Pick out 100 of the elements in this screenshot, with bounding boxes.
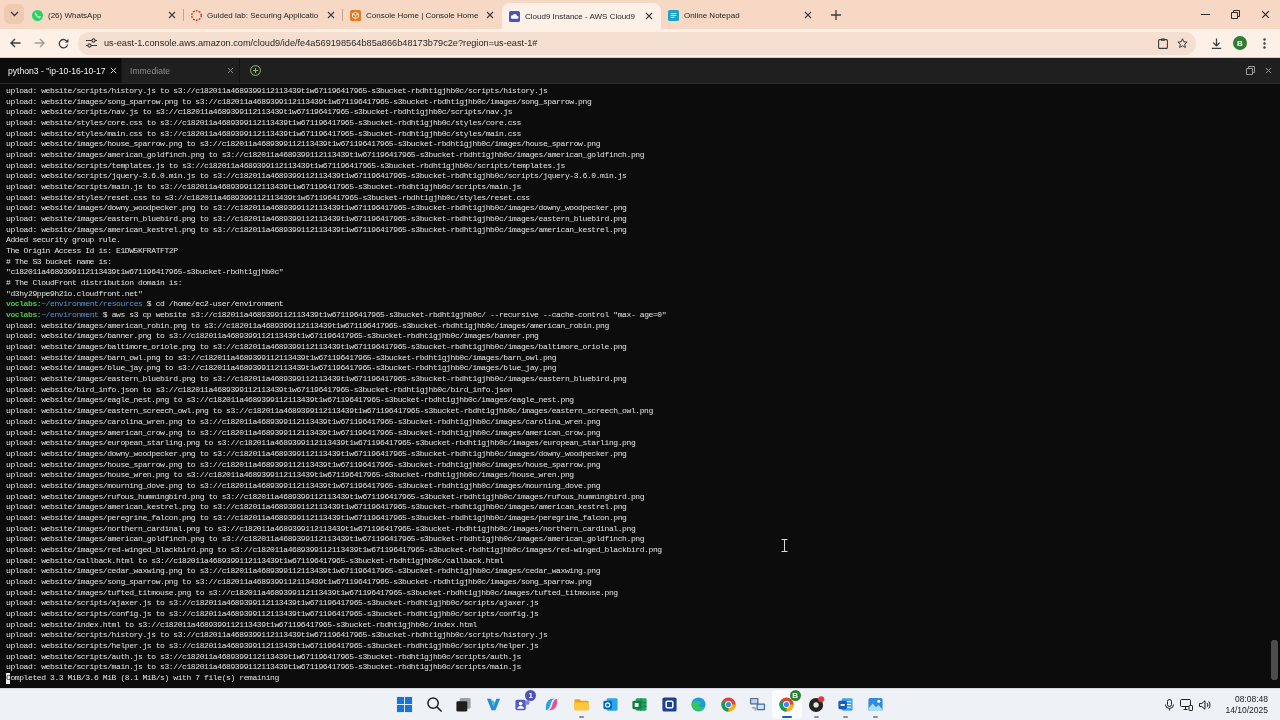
cube-icon	[350, 9, 361, 21]
terminal-line: upload: website/images/cedar_waxwing.png to s3://c182011a4689399112113439t1w671196417965-s3bucket-rbdht1gjhb0c/images/cedar_waxwing.png	[6, 566, 601, 577]
terminal-line: upload: website/styles/reset.css to s3://c182011a4689399112113439t1w671196417965-s3bucket-rbdht1gjhb0c/styles/reset.css	[6, 192, 530, 204]
terminal-line: upload: website/images/american_goldfinch.png to s3://c182011a4689399112113439t1w671196417965-s3bucket-rbdht1gjhb0c/images/american_goldfinch.png	[6, 534, 645, 545]
tab-close-button[interactable]	[325, 9, 337, 21]
terminal-line: upload: website/callback.html to s3://c182011a4689399112113439t1w671196417965-s3bucket-rbdht1gjhb0c/callback.html	[6, 555, 504, 567]
terminal-line: upload: website/images/red-winged_blackbird.png to s3://c182011a4689399112113439t1w671196417965-s3bucket-rbdht1gjhb0c/images/red-winged_blackbird.png	[6, 544, 662, 556]
terminal-line: upload: website/styles/main.css to s3://c182011a4689399112113439t1w671196417965-s3bucket-rbdht1gjhb0c/styles/main.css	[6, 128, 521, 140]
dark-circle-icon	[807, 696, 825, 713]
prompt-user: voclabs:	[6, 299, 42, 311]
browser-tab[interactable]: (26) WhatsApp	[25, 3, 184, 27]
prompt-path: ~/environment/resources	[41, 299, 143, 311]
close-icon	[645, 12, 653, 20]
terminal-line: upload: website/scripts/main.js to s3://c182011a4689399112113439t1w671196417965-s3bucket-rbdht1gjhb0c/scripts/main.js	[6, 662, 521, 673]
picture-icon	[866, 696, 884, 713]
terminal-command: $ aws s3 cp website s3://c182011a4689399112113439t1w671196417965-s3bucket-rbdht1gjhb0c/ --recursive --cache-control "max- age=0"	[102, 310, 667, 321]
terminal-line: upload: website/scripts/history.js to s3://c182011a4689399112113439t1w671196417965-s3bucket-rbdht1gjhb0c/scripts/history.js	[6, 86, 548, 97]
terminal-line: upload: website/images/mourning_dove.png to s3://c182011a4689399112113439t1w671196417965-s3bucket-rbdht1gjhb0c/images/mourning_dove.png	[6, 480, 601, 492]
terminal-line: upload: website/scripts/config.js to s3://c182011a4689399112113439t1w671196417965-s3bucket-rbdht1gjhb0c/scripts/config.js	[6, 608, 539, 620]
terminal-tab[interactable]: python3 - "ip-10-16-10-17	[0, 58, 122, 83]
terminal-line: upload: website/styles/core.css to s3://c182011a4689399112113439t1w671196417965-s3bucket-rbdht1gjhb0c/styles/core.css	[6, 118, 521, 129]
terminal-line: # The CloudFront distribution domain is:	[6, 278, 183, 289]
close-icon	[168, 11, 176, 19]
folder-icon	[572, 696, 590, 713]
microphone-icon[interactable]	[1165, 698, 1175, 711]
tab-title: Cloud9 Instance - AWS Cloud9	[525, 11, 636, 21]
terminal-line: upload: website/scripts/auth.js to s3://c182011a4689399112113439t1w671196417965-s3bucket-rbdht1gjhb0c/scripts/auth.js	[6, 651, 521, 663]
terminal-line: upload: website/scripts/helper.js to s3://c182011a4689399112113439t1w671196417965-s3bucket-rbdht1gjhb0c/scripts/helper.js	[6, 640, 539, 652]
tab-close-button[interactable]	[802, 9, 814, 21]
close-icon	[1264, 67, 1272, 74]
terminal-line: upload: website/images/downy_woodpecker.png to s3://c182011a4689399112113439t1w671196417965-s3bucket-rbdht1gjhb0c/images/downy_woodpecker.png	[6, 203, 627, 215]
chat-icon	[32, 9, 43, 21]
clock-date[interactable]: 14/10/2025	[1225, 705, 1268, 715]
terminal-line: # The S3 bucket name is:	[6, 256, 112, 268]
terminal-line: upload: website/images/song_sparrow.png to s3://c182011a4689399112113439t1w671196417965-s3bucket-rbdht1gjhb0c/images/song_sparrow.png	[6, 96, 592, 108]
terminal-line: upload: website/images/tufted_titmouse.png to s3://c182011a4689399112113439t1w671196417965-s3bucket-rbdht1gjhb0c/images/tufted_titmouse.png	[6, 587, 618, 599]
terminal-line: upload: website/images/american_kestrel.png to s3://c182011a4689399112113439t1w671196417965-s3bucket-rbdht1gjhb0c/images/american_kestrel.png	[6, 224, 627, 236]
browser-tab[interactable]: Cloud9 Instance - AWS Cloud9	[502, 3, 661, 29]
browser-tab[interactable]: Guided lab: Securing Applicatio	[184, 3, 343, 27]
terminal-line: upload: website/images/american_goldfinch.png to s3://c182011a4689399112113439t1w671196417965-s3bucket-rbdht1gjhb0c/images/american_goldfinch.png	[6, 150, 645, 161]
popout-icon	[1245, 66, 1255, 75]
clock-time[interactable]: 08:08:48	[1234, 694, 1268, 704]
terminal-line: upload: website/images/barn_owl.png to s3://c182011a4689399112113439t1w671196417965-s3bucket-rbdht1gjhb0c/images/barn_owl.png	[6, 352, 557, 364]
swirl-circle-icon	[690, 696, 708, 713]
browser-tab[interactable]: Console Home | Console Home	[343, 3, 502, 27]
speaker-icon[interactable]	[1199, 699, 1212, 710]
text-cursor-icon	[781, 539, 788, 552]
ribbon-icon	[484, 696, 502, 713]
taskbar-app-button[interactable]: B	[772, 690, 802, 719]
tab-close-button[interactable]	[484, 9, 496, 21]
close-icon	[486, 11, 494, 19]
close-icon	[1260, 10, 1270, 19]
profile-button[interactable]: B	[1233, 36, 1247, 50]
chevron-down-icon	[9, 11, 19, 17]
terminal-line: upload: website/scripts/ajaxer.js to s3://c182011a4689399112113439t1w671196417965-s3bucket-rbdht1gjhb0c/scripts/ajaxer.js	[6, 598, 539, 609]
tab-title: Guided lab: Securing Applicatio	[207, 10, 320, 20]
document-icon	[837, 696, 855, 713]
new-terminal-button[interactable]	[248, 63, 262, 78]
taskbar-app-button[interactable]: 1	[507, 690, 538, 719]
reload-icon	[57, 37, 69, 49]
terminal-line: upload: website/images/american_crow.png to s3://c182011a4689399112113439t1w671196417965-s3bucket-rbdht1gjhb0c/images/american_crow.png	[6, 427, 601, 439]
clipboard-icon[interactable]	[1158, 37, 1168, 49]
terminal-line: upload: website/scripts/jquery-3.6.0.min.js to s3://c182011a4689399112113439t1w671196417965-s3bucket-rbdht1gjhb0c/scripts/jquery-3.6.0.min.js	[6, 171, 627, 183]
terminal-line: upload: website/images/european_starling.png to s3://c182011a4689399112113439t1w671196417965-s3bucket-rbdht1gjhb0c/images/european_starling.png	[6, 438, 636, 449]
terminal-line: upload: website/images/song_sparrow.png to s3://c182011a4689399112113439t1w671196417965-s3bucket-rbdht1gjhb0c/images/song_sparrow.png	[6, 576, 592, 588]
prompt-user: voclabs:	[6, 310, 42, 321]
terminal-line: upload: website/images/blue_jay.png to s3://c182011a4689399112113439t1w671196417965-s3bucket-rbdht1gjhb0c/images/blue_jay.png	[6, 363, 557, 375]
address-bar[interactable]: us-east-1.console.aws.amazon.com/cloud9/ide/fe4a569198564b85a866b48173b79c2e?region=us-east-1#	[78, 31, 1196, 55]
terminal-line: upload: website/images/rufous_hummingbird.png to s3://c182011a4689399112113439t1w671196417965-s3bucket-rbdht1gjhb0c/images/rufous_hummingbird.png	[6, 491, 645, 503]
more-menu-icon	[1262, 37, 1266, 49]
browser-tab[interactable]: Online Notepad	[661, 3, 820, 27]
tune-icon	[86, 38, 97, 48]
terminal-line: upload: website/scripts/history.js to s3://c182011a4689399112113439t1w671196417965-s3bucket-rbdht1gjhb0c/scripts/history.js	[6, 630, 548, 641]
close-icon	[226, 67, 234, 74]
terminal-line: Added security group rule.	[6, 235, 121, 247]
cloud-icon	[509, 10, 520, 22]
star-icon[interactable]	[1177, 37, 1188, 49]
notepad-icon	[668, 9, 679, 21]
terminal-line: upload: website/scripts/nav.js to s3://c182011a4689399112113439t1w671196417965-s3bucket-rbdht1gjhb0c/scripts/nav.js	[6, 107, 513, 118]
terminal-line: upload: website/images/baltimore_oriole.png to s3://c182011a4689399112113439t1w671196417965-s3bucket-rbdht1gjhb0c/images/baltimore_oriole.png	[6, 342, 627, 353]
tab-close-button[interactable]	[643, 10, 655, 22]
tab-close-button[interactable]	[166, 9, 178, 21]
plus-circle-icon	[249, 65, 261, 76]
network-icon[interactable]	[1180, 698, 1194, 711]
notification-badge: 1	[525, 690, 537, 701]
scrollbar-thumb[interactable]	[1271, 640, 1278, 680]
tile-icon	[660, 696, 678, 713]
url-text: us-east-1.console.aws.amazon.com/cloud9/ide/fe4a569198564b85a866b48173b79c2e?region=us-east-1#	[104, 38, 539, 48]
terminal-line: upload: website/images/house_sparrow.png to s3://c182011a4689399112113439t1w671196417965-s3bucket-rbdht1gjhb0c/images/house_sparrow.png	[6, 459, 601, 471]
terminal-line: upload: website/index.html to s3://c182011a4689399112113439t1w671196417965-s3bucket-rbdht1gjhb0c/index.html	[6, 619, 477, 631]
terminal-line: upload: website/images/eastern_bluebird.png to s3://c182011a4689399112113439t1w671196417965-s3bucket-rbdht1gjhb0c/images/eastern_bluebird.png	[6, 214, 627, 225]
terminal-line: upload: website/images/banner.png to s3://c182011a4689399112113439t1w671196417965-s3bucket-rbdht1gjhb0c/images/banner.png	[6, 331, 539, 343]
terminal-line: upload: website/images/house_wren.png to s3://c182011a4689399112113439t1w671196417965-s3bucket-rbdht1gjhb0c/images/house_wren.png	[6, 470, 574, 481]
tab-search-button[interactable]	[4, 4, 24, 24]
dashed-ring-icon	[191, 9, 202, 21]
search-icon	[425, 696, 443, 713]
terminal-line: upload: website/images/peregrine_falcon.png to s3://c182011a4689399112113439t1w671196417965-s3bucket-rbdht1gjhb0c/images/peregrine_falcon.png	[6, 512, 627, 524]
circle-logo-icon	[719, 696, 737, 713]
terminal-command: $ cd /home/ec2-user/environment	[146, 299, 284, 311]
terminal-line: upload: website/scripts/main.js to s3://c182011a4689399112113439t1w671196417965-s3bucket-rbdht1gjhb0c/scripts/main.js	[6, 182, 521, 193]
